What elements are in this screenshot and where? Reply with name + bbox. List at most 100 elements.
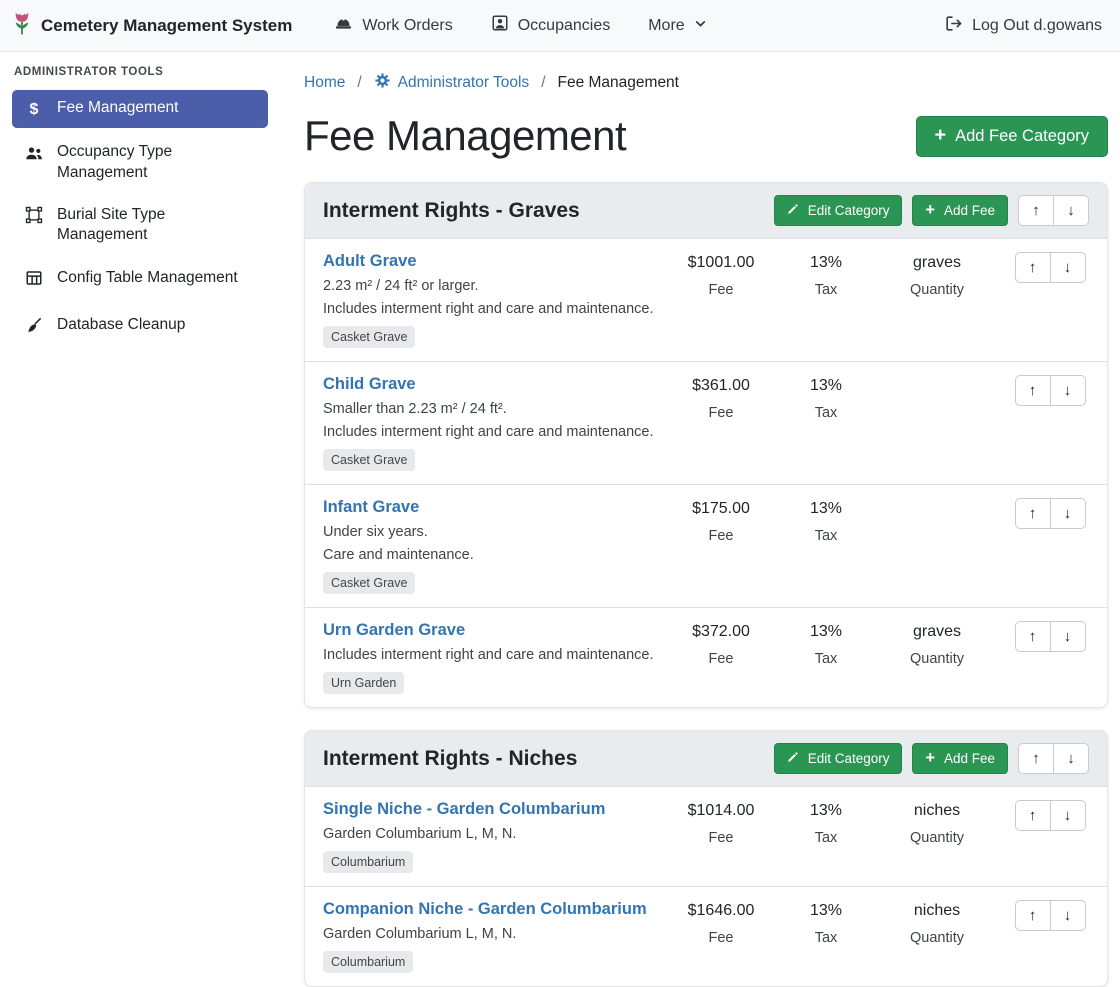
sidebar-item-occupancy-type-management[interactable]: Occupancy Type Management [12, 134, 268, 191]
fee-type-badge: Casket Grave [323, 326, 415, 348]
fee-reorder-group: ↑ ↓ [1015, 498, 1086, 529]
nav-more[interactable]: More [648, 17, 706, 35]
nav-work-orders[interactable]: Work Orders [334, 14, 452, 38]
sidebar-item-label: Burial Site Type Management [57, 205, 256, 246]
add-fee-category-button[interactable]: + Add Fee Category [916, 116, 1108, 157]
move-category-down-button[interactable]: ↓ [1053, 195, 1089, 226]
sidebar-item-label: Occupancy Type Management [57, 142, 256, 183]
fee-name-link[interactable]: Single Niche - Garden Columbarium [323, 800, 605, 818]
move-fee-up-button[interactable]: ↑ [1015, 498, 1051, 529]
fee-quantity-label: Quantity [873, 651, 1001, 667]
sidebar-item-label: Database Cleanup [57, 315, 185, 335]
pencil-icon [787, 751, 799, 766]
fee-amount-column: $372.00 Fee [663, 621, 779, 667]
fee-amount-label: Fee [663, 930, 779, 946]
arrow-down-icon: ↓ [1064, 505, 1072, 522]
fee-name-link[interactable]: Companion Niche - Garden Columbarium [323, 900, 647, 918]
fee-desc1: Smaller than 2.23 m² / 24 ft². [323, 401, 657, 417]
nav-occupancies[interactable]: Occupancies [491, 14, 611, 37]
sidebar-item-database-cleanup[interactable]: Database Cleanup [12, 307, 268, 348]
logout-link[interactable]: Log Out d.gowans [944, 14, 1102, 38]
arrow-up-icon: ↑ [1029, 505, 1037, 522]
fee-row: Child Grave Smaller than 2.23 m² / 24 ft… [305, 361, 1107, 484]
fee-amount-label: Fee [663, 651, 779, 667]
fee-reorder-column: ↑ ↓ [1001, 498, 1099, 529]
move-category-up-button[interactable]: ↑ [1018, 195, 1054, 226]
gear-icon [374, 72, 391, 94]
fee-tax-label: Tax [779, 930, 873, 946]
fee-tax-value: 13% [779, 623, 873, 641]
breadcrumb-admin-tools-label: Administrator Tools [398, 74, 530, 92]
category-reorder-group: ↑ ↓ [1018, 195, 1089, 226]
fee-quantity-label: Quantity [873, 830, 1001, 846]
add-fee-category-label: Add Fee Category [955, 127, 1089, 146]
fee-tax-label: Tax [779, 405, 873, 421]
plus-icon: + [935, 127, 947, 145]
move-fee-up-button[interactable]: ↑ [1015, 252, 1051, 283]
fee-name-link[interactable]: Urn Garden Grave [323, 621, 465, 639]
sidebar-item-config-table-management[interactable]: Config Table Management [12, 260, 268, 301]
fee-quantity-column: graves Quantity [873, 252, 1001, 298]
fee-row: Single Niche - Garden Columbarium Garden… [305, 787, 1107, 886]
move-fee-down-button[interactable]: ↓ [1050, 800, 1086, 831]
fee-reorder-column: ↑ ↓ [1001, 375, 1099, 406]
add-fee-label: Add Fee [944, 751, 995, 766]
fee-name-link[interactable]: Child Grave [323, 375, 416, 393]
page-title: Fee Management [304, 112, 626, 160]
arrow-down-icon: ↓ [1064, 382, 1072, 399]
move-category-down-button[interactable]: ↓ [1053, 743, 1089, 774]
fee-amount-value: $372.00 [663, 623, 779, 641]
fee-reorder-column: ↑ ↓ [1001, 800, 1099, 831]
arrow-up-icon: ↑ [1029, 259, 1037, 276]
move-fee-up-button[interactable]: ↑ [1015, 900, 1051, 931]
sidebar-item-fee-management[interactable]: $ Fee Management [12, 90, 268, 128]
fee-name-link[interactable]: Adult Grave [323, 252, 417, 270]
fee-desc2: Includes interment right and care and ma… [323, 424, 657, 440]
fee-amount-label: Fee [663, 282, 779, 298]
sidebar: ADMINISTRATOR TOOLS $ Fee Management Occ… [0, 52, 280, 355]
badge-row: Casket Grave [323, 572, 657, 594]
table-icon [24, 269, 44, 293]
move-fee-down-button[interactable]: ↓ [1050, 498, 1086, 529]
brand-link[interactable]: Cemetery Management System [12, 10, 292, 42]
add-fee-button[interactable]: + Add Fee [912, 195, 1008, 226]
breadcrumb-home-label: Home [304, 74, 345, 92]
breadcrumb-admin-tools-link[interactable]: Administrator Tools [374, 72, 530, 94]
fee-quantity-column: niches Quantity [873, 900, 1001, 946]
fee-reorder-group: ↑ ↓ [1015, 800, 1086, 831]
breadcrumb-home-link[interactable]: Home [304, 74, 345, 92]
fee-amount-value: $1001.00 [663, 254, 779, 272]
fee-tax-label: Tax [779, 651, 873, 667]
fee-quantity-value: graves [873, 254, 1001, 272]
fee-tax-label: Tax [779, 282, 873, 298]
move-category-up-button[interactable]: ↑ [1018, 743, 1054, 774]
fee-desc1: 2.23 m² / 24 ft² or larger. [323, 278, 657, 294]
category-reorder-group: ↑ ↓ [1018, 743, 1089, 774]
sidebar-item-burial-site-type-management[interactable]: Burial Site Type Management [12, 197, 268, 254]
move-fee-down-button[interactable]: ↓ [1050, 900, 1086, 931]
move-fee-up-button[interactable]: ↑ [1015, 800, 1051, 831]
fee-tax-column: 13% Tax [779, 252, 873, 298]
move-fee-down-button[interactable]: ↓ [1050, 252, 1086, 283]
main-content: Home / Administrator [280, 52, 1120, 987]
fee-desc1: Garden Columbarium L, M, N. [323, 926, 657, 942]
add-fee-button[interactable]: + Add Fee [912, 743, 1008, 774]
move-fee-down-button[interactable]: ↓ [1050, 621, 1086, 652]
edit-category-button[interactable]: Edit Category [774, 743, 903, 774]
tulip-logo-icon [12, 10, 32, 42]
fee-name-link[interactable]: Infant Grave [323, 498, 419, 516]
fee-reorder-group: ↑ ↓ [1015, 375, 1086, 406]
move-fee-up-button[interactable]: ↑ [1015, 621, 1051, 652]
fee-tax-value: 13% [779, 500, 873, 518]
move-fee-up-button[interactable]: ↑ [1015, 375, 1051, 406]
category-actions: Edit Category + Add Fee ↑ ↓ [774, 743, 1089, 774]
badge-row: Columbarium [323, 851, 657, 873]
move-fee-down-button[interactable]: ↓ [1050, 375, 1086, 406]
fee-amount-value: $1646.00 [663, 902, 779, 920]
edit-category-button[interactable]: Edit Category [774, 195, 903, 226]
add-fee-label: Add Fee [944, 203, 995, 218]
fee-info: Single Niche - Garden Columbarium Garden… [323, 800, 663, 873]
badge-row: Columbarium [323, 951, 657, 973]
top-navbar: Cemetery Management System Work Orders [0, 0, 1120, 52]
fee-tax-column: 13% Tax [779, 800, 873, 846]
